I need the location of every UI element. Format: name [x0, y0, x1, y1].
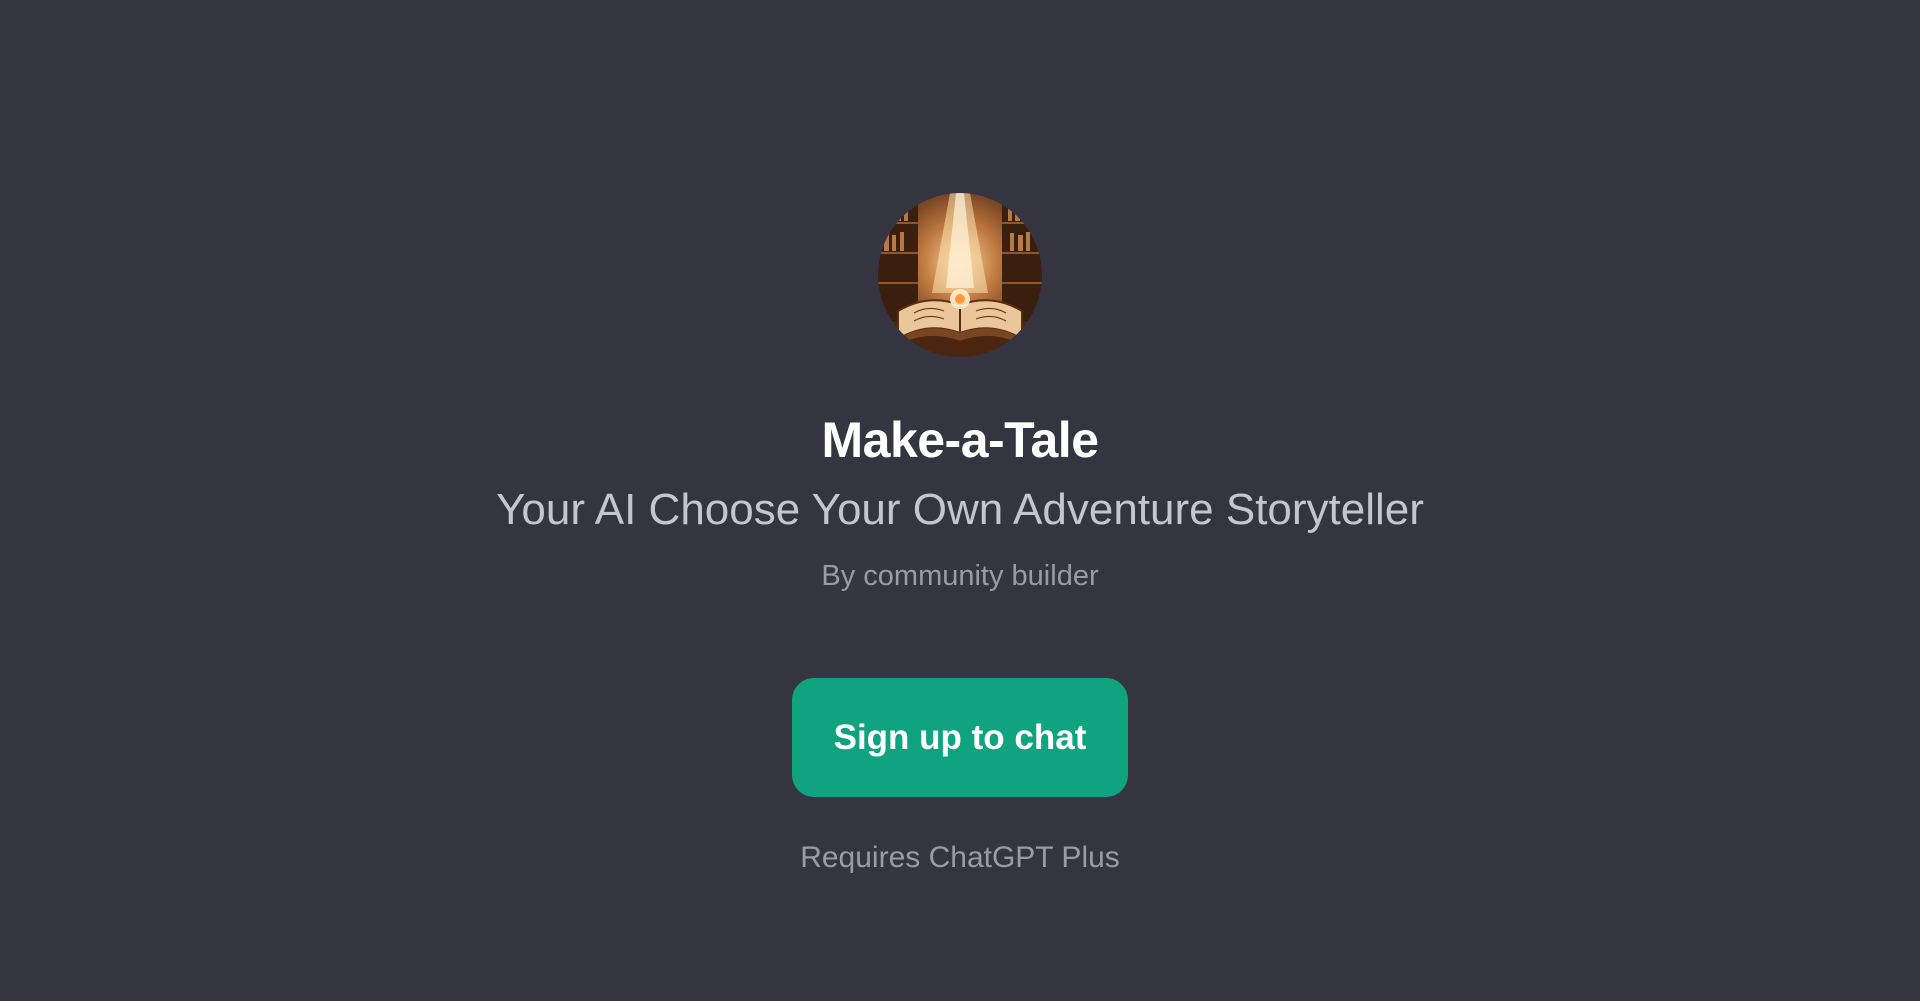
gpt-author: By community builder: [821, 560, 1099, 592]
gpt-avatar: [878, 193, 1042, 357]
open-book-library-icon: [878, 193, 1042, 357]
sign-up-to-chat-button[interactable]: Sign up to chat: [792, 678, 1128, 797]
gpt-description: Your AI Choose Your Own Adventure Storyt…: [496, 485, 1424, 534]
gpt-landing-page: Make-a-Tale Your AI Choose Your Own Adve…: [0, 0, 1920, 1001]
gpt-title: Make-a-Tale: [821, 412, 1099, 468]
plus-requirement-note: Requires ChatGPT Plus: [800, 841, 1120, 874]
